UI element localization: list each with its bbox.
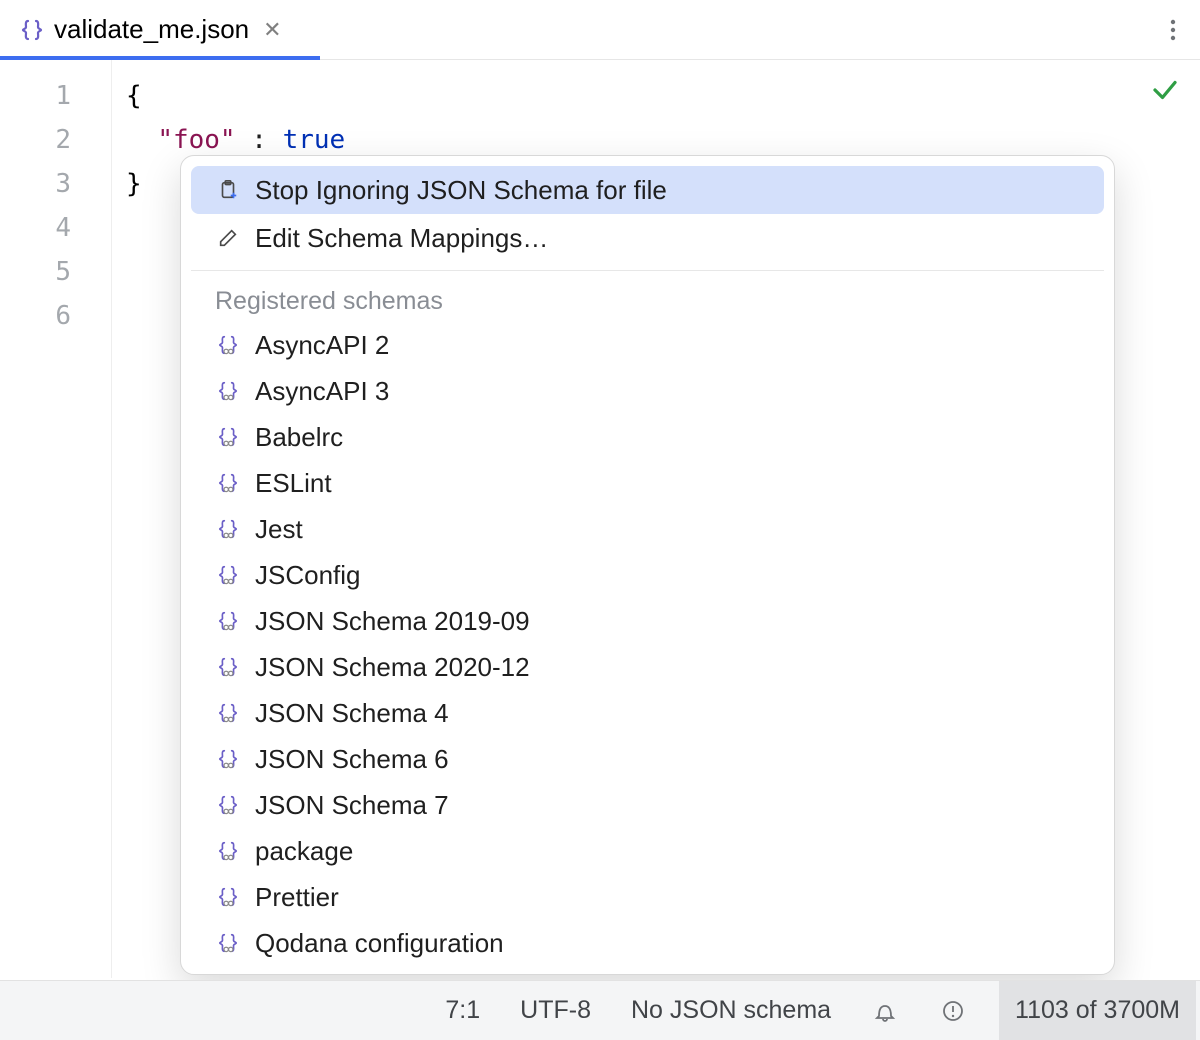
schema-label: No JSON schema — [631, 996, 831, 1025]
memory-label: 1103 of 3700M — [1015, 996, 1180, 1025]
schema-icon — [215, 380, 241, 402]
schema-item-label: AsyncAPI 3 — [255, 376, 389, 407]
line-number: 5 — [0, 250, 111, 294]
popup-separator — [191, 270, 1104, 271]
caret-position: 7:1 — [445, 996, 480, 1025]
edit-schema-mappings-action[interactable]: Edit Schema Mappings… — [191, 214, 1104, 262]
schema-item[interactable]: JSConfig — [191, 552, 1104, 598]
registered-schemas-header: Registered schemas — [191, 279, 1104, 322]
editor-tab[interactable]: validate_me.json ✕ — [0, 0, 306, 59]
memory-indicator[interactable]: 1103 of 3700M — [999, 981, 1196, 1040]
schema-item[interactable]: Prettier — [191, 874, 1104, 920]
notifications-icon[interactable] — [863, 981, 907, 1040]
schema-icon — [215, 334, 241, 356]
tab-options-icon[interactable] — [1170, 18, 1176, 42]
tab-close-button[interactable]: ✕ — [259, 17, 285, 43]
line-number: 1 — [0, 74, 111, 118]
schema-item-label: JSON Schema 4 — [255, 698, 449, 729]
schema-item-label: AsyncAPI 2 — [255, 330, 389, 361]
problems-icon[interactable] — [931, 981, 975, 1040]
clipboard-add-icon — [215, 179, 241, 201]
schema-item[interactable]: JSON Schema 6 — [191, 736, 1104, 782]
schema-item-label: package — [255, 836, 353, 867]
line-number: 6 — [0, 294, 111, 338]
line-number: 2 — [0, 118, 111, 162]
schema-item-label: Jest — [255, 514, 303, 545]
code-token: { — [126, 81, 142, 111]
schema-icon — [215, 794, 241, 816]
schema-icon — [215, 932, 241, 954]
schema-icon — [215, 840, 241, 862]
tab-filename: validate_me.json — [54, 14, 249, 45]
schema-icon — [215, 886, 241, 908]
json-file-icon — [20, 18, 44, 42]
stop-ignoring-schema-action[interactable]: Stop Ignoring JSON Schema for file — [191, 166, 1104, 214]
schema-item-label: Babelrc — [255, 422, 343, 453]
action-label: Edit Schema Mappings… — [255, 223, 548, 254]
schema-icon — [215, 748, 241, 770]
code-token: } — [126, 169, 142, 199]
schema-item[interactable]: JSON Schema 4 — [191, 690, 1104, 736]
line-number: 3 — [0, 162, 111, 206]
schema-item-label: ESLint — [255, 468, 332, 499]
schema-icon — [215, 472, 241, 494]
schema-item-label: JSON Schema 2019-09 — [255, 606, 530, 637]
schema-icon — [215, 610, 241, 632]
schema-item[interactable]: ESLint — [191, 460, 1104, 506]
schema-item[interactable]: JSON Schema 2020-12 — [191, 644, 1104, 690]
status-bar: 7:1 UTF-8 No JSON schema 1103 of 3700M — [0, 980, 1200, 1040]
schema-icon — [215, 518, 241, 540]
schema-icon — [215, 656, 241, 678]
schema-item-label: JSON Schema 7 — [255, 790, 449, 821]
encoding-cell[interactable]: UTF-8 — [512, 981, 599, 1040]
code-token: "foo" — [157, 125, 235, 155]
schema-icon — [215, 702, 241, 724]
caret-position-cell[interactable]: 7:1 — [437, 981, 488, 1040]
schema-icon — [215, 564, 241, 586]
inspection-ok-icon[interactable] — [1150, 75, 1180, 105]
code-token: : — [236, 125, 283, 155]
schema-item-label: JSON Schema 2020-12 — [255, 652, 530, 683]
schema-icon — [215, 426, 241, 448]
encoding-label: UTF-8 — [520, 996, 591, 1025]
schema-item-label: Qodana configuration — [255, 928, 504, 959]
schema-item[interactable]: Babelrc — [191, 414, 1104, 460]
schema-item[interactable]: package — [191, 828, 1104, 874]
tab-bar: validate_me.json ✕ — [0, 0, 1200, 60]
line-number-gutter: 1 2 3 4 5 6 — [0, 60, 112, 978]
schema-item[interactable]: Jest — [191, 506, 1104, 552]
schema-item[interactable]: Qodana configuration — [191, 920, 1104, 966]
schema-item-label: Prettier — [255, 882, 339, 913]
schema-popup: Stop Ignoring JSON Schema for file Edit … — [180, 155, 1115, 975]
schema-item[interactable]: AsyncAPI 2 — [191, 322, 1104, 368]
schema-item-label: JSON Schema 6 — [255, 744, 449, 775]
schema-item-label: JSConfig — [255, 560, 361, 591]
schema-item[interactable]: JSON Schema 7 — [191, 782, 1104, 828]
code-token: true — [283, 125, 346, 155]
action-label: Stop Ignoring JSON Schema for file — [255, 175, 667, 206]
pencil-icon — [215, 227, 241, 249]
schema-item[interactable]: AsyncAPI 3 — [191, 368, 1104, 414]
line-number: 4 — [0, 206, 111, 250]
schema-cell[interactable]: No JSON schema — [623, 981, 839, 1040]
schema-item[interactable]: JSON Schema 2019-09 — [191, 598, 1104, 644]
